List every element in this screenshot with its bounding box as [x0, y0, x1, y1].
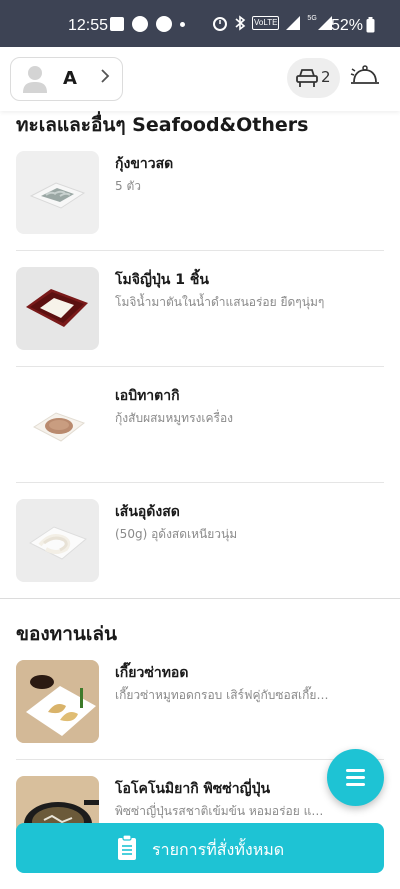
menu-item[interactable]: กุ้งขาวสด 5 ตัว: [16, 151, 384, 255]
table-selector[interactable]: A: [10, 57, 123, 101]
network-type-label: 5G: [307, 14, 317, 22]
more-notifications-dot: [180, 21, 185, 27]
view-all-orders-button[interactable]: รายการที่สั่งทั้งหมด: [16, 823, 384, 873]
cart-button[interactable]: 2: [287, 58, 340, 98]
notification-icons: [110, 16, 185, 32]
item-name: เอบิทาตากิ: [115, 388, 180, 404]
wix-icon: [156, 16, 172, 32]
item-image: [16, 151, 99, 234]
item-description: กุ้งสับผสมหมูทรงเครื่อง: [115, 411, 234, 425]
clipboard-icon: [118, 835, 136, 860]
alarm-icon: [213, 17, 227, 31]
status-bar: 12:55 VoLTE 5G 52%: [0, 0, 400, 47]
bluetooth-icon: [235, 15, 246, 31]
item-name: โมจิญี่ปุ่น 1 ชิ้น: [115, 272, 209, 288]
item-image: [16, 499, 99, 582]
item-description: เกี๊ยวซ่าหมูทอดกรอบ เสิร์ฟคู่กับซอสเกี๊ย…: [115, 688, 330, 702]
battery-percent: 52%: [331, 17, 364, 34]
item-description: โมจิน้ำมาตันในน้ำดำแสนอร่อย ยืดๆนุ่มๆ: [115, 295, 325, 309]
status-time: 12:55: [68, 17, 109, 34]
item-description: (50g) อุด้งสดเหนียวนุ่ม: [115, 527, 238, 541]
item-name: โอโคโนมิยากิ พิซซ่าญี่ปุ่น: [115, 781, 271, 797]
divider: [16, 366, 384, 367]
battery-icon: [366, 17, 375, 33]
app-header: A 2: [0, 47, 400, 111]
service-bell-icon[interactable]: [350, 63, 380, 87]
item-description: พิซซ่าญี่ปุ่นรสชาติเข้มข้น หอมอร่อย และเ…: [115, 804, 330, 818]
car-seat-icon: [296, 69, 318, 87]
item-image: [16, 660, 99, 743]
section-title-snacks: ของทานเล่น: [16, 623, 117, 645]
check-icon: [132, 16, 148, 32]
menu-item[interactable]: เกี๊ยวซ่าทอด เกี๊ยวซ่าหมูทอดกรอบ เสิร์ฟค…: [16, 660, 384, 764]
table-name: A: [63, 68, 77, 89]
divider: [16, 482, 384, 483]
divider: [16, 250, 384, 251]
item-image: [16, 267, 99, 350]
item-name: เส้นอุด้งสด: [115, 504, 180, 520]
section-divider: [0, 598, 400, 599]
menu-item[interactable]: เอบิทาตากิ กุ้งสับผสมหมูทรงเครื่อง: [16, 383, 384, 487]
menu-item[interactable]: โมจิญี่ปุ่น 1 ชิ้น โมจิน้ำมาตันในน้ำดำแส…: [16, 267, 384, 371]
system-icons: VoLTE 5G: [212, 15, 333, 31]
item-image: [16, 383, 99, 466]
item-name: กุ้งขาวสด: [115, 156, 174, 172]
user-avatar-icon: [23, 66, 47, 93]
cart-count: 2: [321, 68, 331, 86]
item-description: 5 ตัว: [115, 179, 141, 193]
chevron-right-icon: [101, 69, 110, 83]
menu-fab-button[interactable]: [327, 749, 384, 806]
divider: [16, 759, 384, 760]
menu-item[interactable]: เส้นอุด้งสด (50g) อุด้งสดเหนียวนุ่ม: [16, 499, 384, 603]
section-title-seafood: ทะเลและอื่นๆ Seafood&Others: [16, 114, 309, 136]
item-name: เกี๊ยวซ่าทอด: [115, 665, 189, 681]
volte-label: VoLTE: [252, 16, 280, 30]
orders-button-label: รายการที่สั่งทั้งหมด: [152, 840, 285, 859]
news-icon: [110, 17, 124, 31]
signal-icon: [286, 16, 301, 30]
